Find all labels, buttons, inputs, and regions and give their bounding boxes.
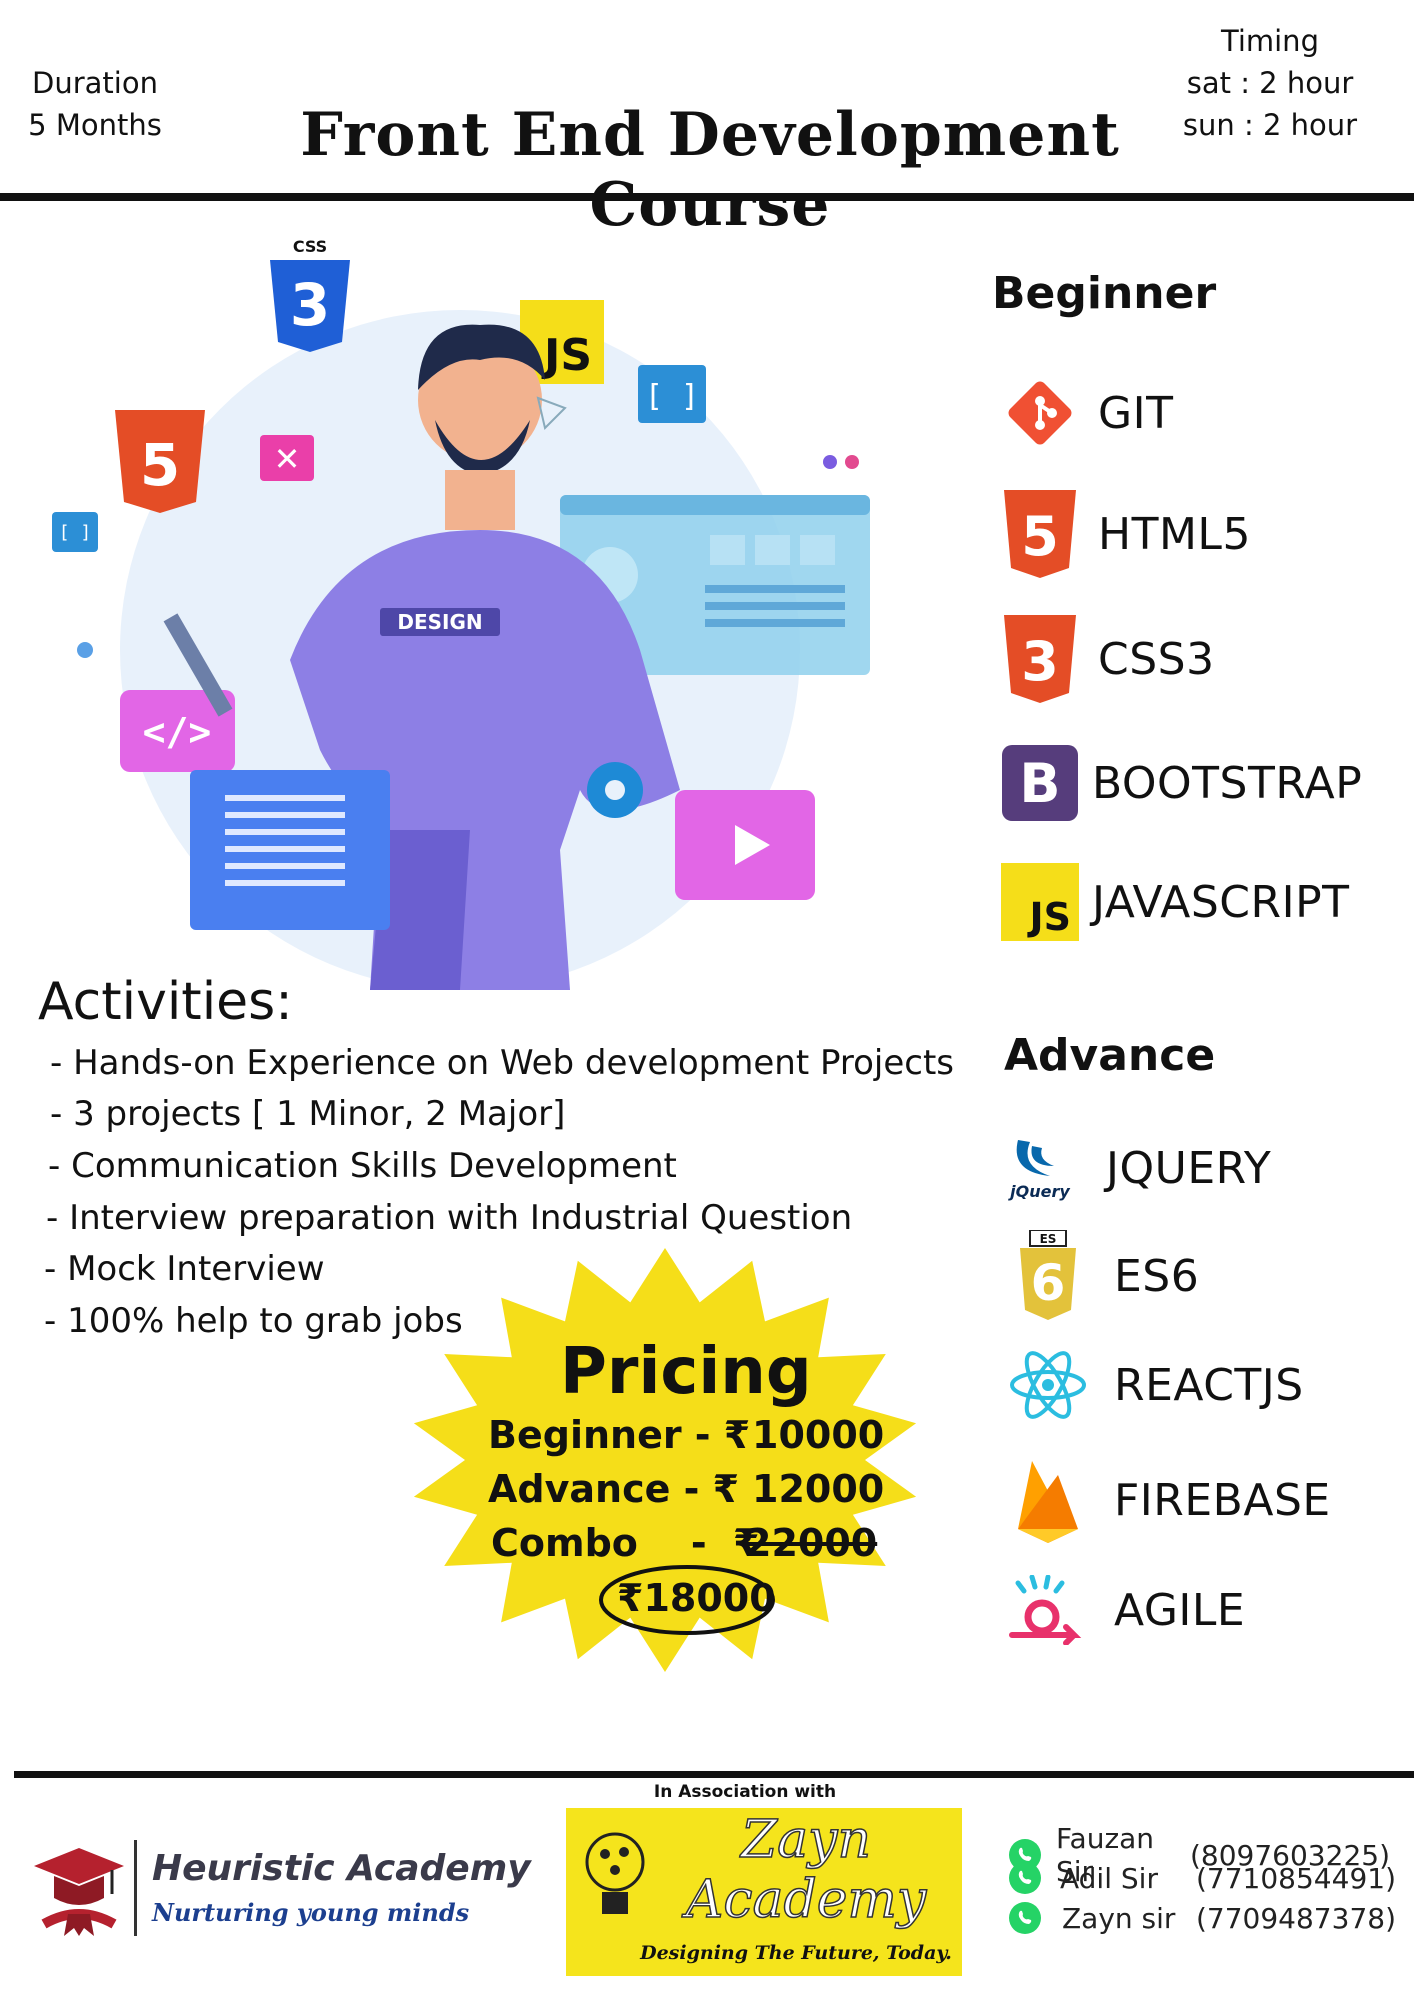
contact-phone: (7709487378) [1196,1901,1396,1935]
whatsapp-icon [1009,1862,1041,1894]
contact-item: Adil Sir (7710854491) [1008,1861,1396,1895]
lightbulb-icon [585,1832,645,1914]
heuristic-academy-logo: Heuristic Academy Nurturing young minds [24,1832,544,1942]
tech-label: JQUERY [1106,1142,1272,1194]
firebase-icon [1008,1460,1088,1543]
zayn-academy-logo: Zayn Academy Designing The Future, Today… [566,1808,962,1976]
svg-text:5: 5 [1021,505,1059,568]
beginner-price-label: Beginner - ₹ [488,1413,751,1457]
academy-name: Heuristic Academy [152,1848,531,1889]
git-icon [1000,373,1080,453]
css3-badge-icon: CSS 3 [270,237,350,352]
html5-badge-icon: 5 [115,410,205,513]
academy-tagline: Nurturing young minds [152,1898,470,1927]
header-divider [0,193,1414,201]
video-player-icon [675,790,815,900]
activity-item: - Hands-on Experience on Web development… [50,1043,955,1083]
react-icon [1008,1345,1088,1425]
tech-label: JAVASCRIPT [1092,876,1350,928]
tech-label: AGILE [1114,1584,1246,1636]
svg-text:DESIGN: DESIGN [397,610,482,634]
whatsapp-icon [1009,1902,1041,1934]
activity-item: - Communication Skills Development [48,1146,677,1186]
tech-item-javascript: JS JAVASCRIPT [1000,862,1349,942]
tech-label: FIREBASE [1114,1474,1331,1526]
association-label: In Association with [653,1782,837,1802]
svg-text:ES: ES [1040,1232,1057,1246]
duration-label: Duration [32,66,158,100]
hero-illustration: CSS 3 JS [ ] 5 [ ] ✕ DESIGN </> [52,237,870,990]
activity-item: - 3 projects [ 1 Minor, 2 Major] [50,1094,566,1134]
dot-decoration [77,642,93,658]
svg-text:6: 6 [1031,1254,1066,1312]
activity-item: - 100% help to grab jobs [44,1301,463,1341]
contact-phone: (7710854491) [1196,1861,1396,1895]
document-graphic [190,770,390,930]
svg-text:[ ]: [ ] [645,379,699,414]
tech-item-css3: 3 CSS3 [1000,615,1215,703]
close-icon: ✕ [260,435,314,481]
dot-decoration [845,455,859,469]
duration-block: Duration 5 Months [20,62,170,146]
javascript-icon: JS [1000,862,1080,942]
tech-label: REACTJS [1114,1359,1304,1411]
page-title: Front End Development Course [300,100,1120,240]
contact-item: Zayn sir (7709487378) [1008,1901,1396,1935]
pricing-title: Pricing [560,1335,812,1409]
dot-decoration [823,455,837,469]
svg-text:3: 3 [1021,630,1059,693]
combo-new-price: ₹18000 [617,1576,776,1620]
advance-price: 12000 [752,1467,885,1511]
tech-item-bootstrap: B BOOTSTRAP [1000,743,1362,823]
zayn-title: Zayn Academy [685,1809,927,1931]
small-brackets-icon: [ ] [52,512,98,552]
tech-label: HTML5 [1098,508,1251,560]
tech-label: GIT [1098,387,1174,439]
jquery-icon: jQuery [1000,1128,1080,1208]
agile-icon [1008,1570,1088,1650]
duration-value: 5 Months [28,108,162,142]
activities-title: Activities: [38,972,293,1032]
combo-price-label: Combo - ₹ [491,1521,760,1565]
svg-text:5: 5 [140,431,180,499]
tech-label: CSS3 [1098,633,1215,685]
svg-text:✕: ✕ [274,440,301,478]
zayn-tagline: Designing The Future, Today. [640,1942,952,1964]
footer-divider [14,1771,1414,1778]
advance-heading: Advance [1004,1030,1216,1081]
timing-sat: sat : 2 hour [1186,66,1354,100]
es6-icon: ES 6 [1008,1230,1088,1320]
brackets-icon: [ ] [638,365,706,423]
css3-icon: 3 [1000,615,1080,703]
advance-price-label: Advance - ₹ [488,1467,740,1511]
graduation-cap-icon [34,1848,124,1936]
timing-sun: sun : 2 hour [1182,108,1358,142]
contact-name: Zayn sir [1062,1901,1176,1935]
activity-item: - Interview preparation with Industrial … [46,1198,853,1238]
tech-item-firebase: FIREBASE [1008,1460,1331,1543]
tech-item-reactjs: REACTJS [1008,1345,1304,1425]
svg-text:CSS: CSS [293,237,327,256]
timing-label: Timing [1221,24,1319,58]
timing-block: Timing sat : 2 hour sun : 2 hour [1180,20,1360,146]
beginner-heading: Beginner [992,268,1217,319]
tech-item-agile: AGILE [1008,1570,1245,1650]
svg-text:JS: JS [541,330,592,381]
svg-text:3: 3 [290,271,330,339]
tech-label: ES6 [1114,1250,1200,1302]
tech-label: BOOTSTRAP [1092,757,1363,809]
contact-name: Adil Sir [1060,1861,1158,1895]
tech-item-html5: 5 HTML5 [1000,490,1251,578]
combo-old-price: 22000 [745,1521,878,1565]
activity-item: - Mock Interview [44,1249,325,1289]
gear-icon [587,762,643,818]
tech-item-jquery: jQuery JQUERY [1000,1128,1271,1208]
svg-text:</>: </> [143,710,212,754]
beginner-price: 10000 [752,1413,885,1457]
html5-icon: 5 [1000,490,1080,578]
tech-item-es6: ES 6 ES6 [1008,1230,1200,1320]
bootstrap-icon: B [1000,743,1080,823]
svg-text:[ ]: [ ] [59,522,92,543]
tech-item-git: GIT [1000,373,1173,453]
